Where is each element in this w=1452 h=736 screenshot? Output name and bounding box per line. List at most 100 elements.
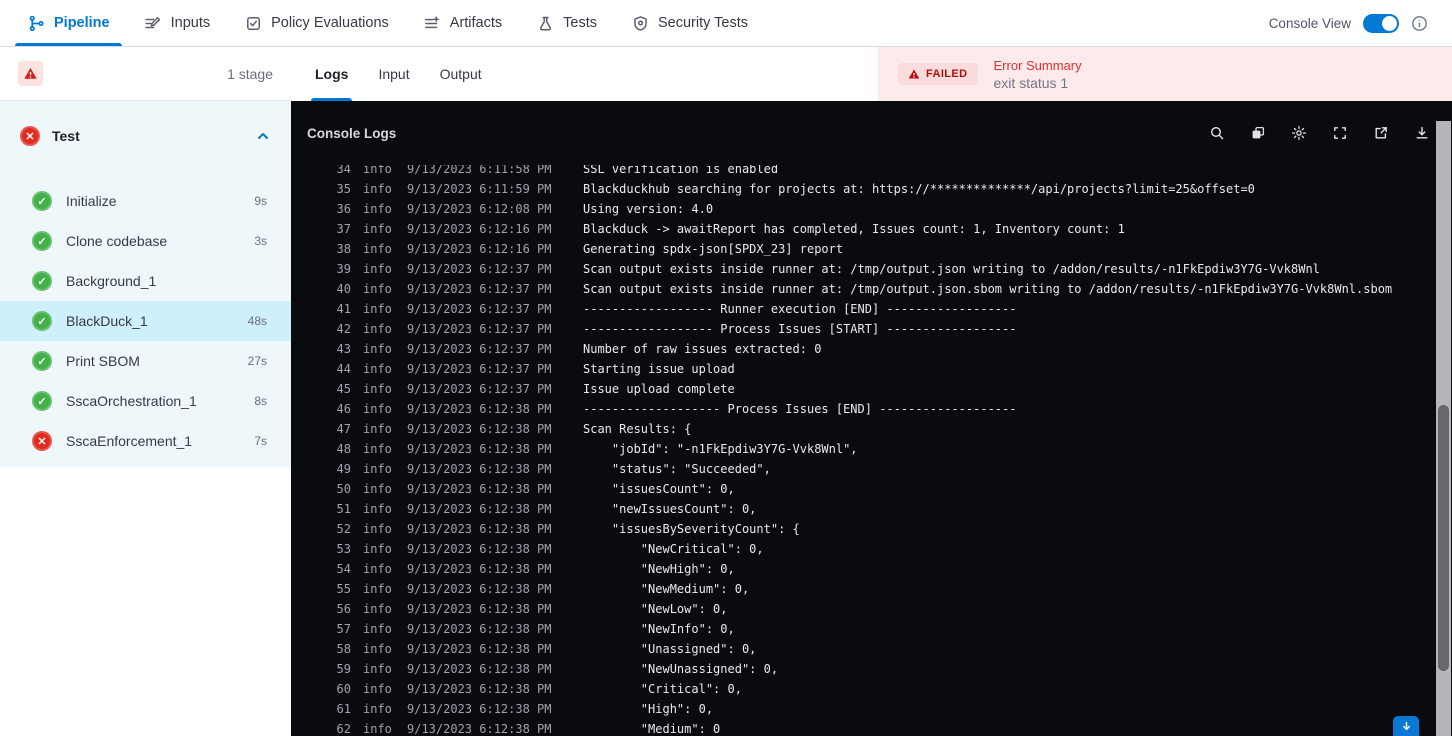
log-line-number: 44 xyxy=(336,362,351,376)
nav-tab-label: Pipeline xyxy=(54,15,110,31)
step-name: SscaOrchestration_1 xyxy=(66,393,197,409)
step-row-sscaenforcement-1[interactable]: ✕ SscaEnforcement_1 7s xyxy=(0,421,291,461)
log-message: ------------------- Process Issues [END]… xyxy=(583,402,1017,416)
log-timestamp: 9/13/2023 6:12:38 PM xyxy=(407,422,552,436)
nav-tab-inputs[interactable]: Inputs xyxy=(144,0,211,46)
log-message: "jobId": "-n1FkEpdiw3Y7G-Vvk8Wnl", xyxy=(583,442,858,456)
fullscreen-icon[interactable] xyxy=(1331,125,1348,142)
step-row-sscaorchestration-1[interactable]: ✓ SscaOrchestration_1 8s xyxy=(0,381,291,421)
log-line: 52 info 9/13/2023 6:12:38 PM "issuesBySeve… xyxy=(291,519,1434,539)
nav-tab-security-tests[interactable]: Security Tests xyxy=(631,0,748,46)
nav-tab-label: Tests xyxy=(563,15,597,31)
log-message: "NewHigh": 0, xyxy=(583,562,735,576)
step-name: Clone codebase xyxy=(66,233,168,249)
log-line-number: 36 xyxy=(336,202,351,216)
log-message: Blackduckhub searching for projects at: … xyxy=(583,182,1255,196)
console-scrollbar[interactable] xyxy=(1436,121,1451,736)
tab-output[interactable]: Output xyxy=(440,47,482,101)
step-success-icon: ✓ xyxy=(32,351,52,371)
log-line: 42 info 9/13/2023 6:12:37 PM --------------… xyxy=(291,319,1434,339)
log-line: 59 info 9/13/2023 6:12:38 PM "NewUnassigne… xyxy=(291,659,1434,679)
log-message: "Medium": 0 xyxy=(583,722,721,736)
log-message: "High": 0, xyxy=(583,702,714,716)
chevron-up-icon[interactable] xyxy=(255,128,271,144)
console-toolbar xyxy=(1208,125,1430,142)
failed-badge-label: FAILED xyxy=(926,68,968,80)
step-success-icon: ✓ xyxy=(32,191,52,211)
log-line-number: 39 xyxy=(336,262,351,276)
log-timestamp: 9/13/2023 6:12:38 PM xyxy=(407,402,552,416)
nav-tab-label: Artifacts xyxy=(449,15,503,31)
log-line: 40 info 9/13/2023 6:12:37 PM Scan output ex… xyxy=(291,279,1434,299)
log-timestamp: 9/13/2023 6:12:37 PM xyxy=(407,262,552,276)
log-level: info xyxy=(363,282,392,296)
log-timestamp: 9/13/2023 6:12:38 PM xyxy=(407,462,552,476)
log-line: 36 info 9/13/2023 6:12:08 PM Using version:… xyxy=(291,199,1434,219)
log-line: 53 info 9/13/2023 6:12:38 PM "NewCritical"… xyxy=(291,539,1434,559)
step-row-blackduck-1[interactable]: ✓ BlackDuck_1 48s xyxy=(0,301,291,341)
settings-icon[interactable] xyxy=(1290,125,1307,142)
step-list: ✓ Initialize 9s ✓ Clone codebase 3s ✓ Backgroun… xyxy=(0,181,291,461)
search-icon[interactable] xyxy=(1208,125,1225,142)
log-line-number: 57 xyxy=(336,622,351,636)
info-icon[interactable] xyxy=(1411,15,1428,32)
console-view-control: Console View xyxy=(1269,13,1428,33)
log-line: 58 info 9/13/2023 6:12:38 PM "Unassigned":… xyxy=(291,639,1434,659)
nav-tab-pipeline[interactable]: Pipeline xyxy=(15,0,122,46)
step-row-print-sbom[interactable]: ✓ Print SBOM 27s xyxy=(0,341,291,381)
nav-tab-label: Inputs xyxy=(170,15,211,31)
log-line-number: 46 xyxy=(336,402,351,416)
inputs-icon xyxy=(144,14,162,32)
log-lines: 34 info 9/13/2023 6:11:58 PM SSL verificati… xyxy=(291,165,1434,736)
step-success-icon: ✓ xyxy=(32,271,52,291)
step-row-initialize[interactable]: ✓ Initialize 9s xyxy=(0,181,291,221)
log-message: "issuesCount": 0, xyxy=(583,482,735,496)
sidebar-header: 1 stage xyxy=(0,47,291,101)
nav-tab-tests[interactable]: Tests xyxy=(536,0,597,46)
stage-row-test[interactable]: ✕ Test xyxy=(0,101,291,157)
download-icon[interactable] xyxy=(1413,125,1430,142)
log-line: 39 info 9/13/2023 6:12:37 PM Scan output ex… xyxy=(291,259,1434,279)
scroll-to-bottom-button[interactable] xyxy=(1393,716,1419,736)
log-message: Issue upload complete xyxy=(583,382,735,396)
open-in-new-icon[interactable] xyxy=(1372,125,1389,142)
stage-count: 1 stage xyxy=(227,65,273,82)
step-duration: 3s xyxy=(254,234,267,248)
log-level: info xyxy=(363,402,392,416)
nav-tab-artifacts[interactable]: Artifacts xyxy=(423,0,502,46)
log-level: info xyxy=(363,302,392,316)
log-message: Starting issue upload xyxy=(583,362,735,376)
tab-logs[interactable]: Logs xyxy=(310,47,353,101)
log-line-number: 59 xyxy=(336,662,351,676)
log-level: info xyxy=(363,165,392,176)
main-panel: Logs Input Output FAILED Error Summary exi… xyxy=(291,47,1452,736)
log-line-number: 38 xyxy=(336,242,351,256)
log-level: info xyxy=(363,182,392,196)
log-message: Generating spdx-json[SPDX_23] report xyxy=(583,242,844,256)
log-timestamp: 9/13/2023 6:12:38 PM xyxy=(407,682,552,696)
tab-input[interactable]: Input xyxy=(378,47,409,101)
log-line-number: 45 xyxy=(336,382,351,396)
console-scrollbar-thumb[interactable] xyxy=(1438,405,1449,671)
stage-name: Test xyxy=(52,128,80,144)
error-summary-area: FAILED Error Summary exit status 1 xyxy=(878,47,1452,101)
log-line-number: 51 xyxy=(336,502,351,516)
copy-icon[interactable] xyxy=(1249,125,1266,142)
log-line-number: 42 xyxy=(336,322,351,336)
nav-tab-policy-evaluations[interactable]: Policy Evaluations xyxy=(244,0,389,46)
log-message: Blackduck -> awaitReport has completed, … xyxy=(583,222,1125,236)
log-message: "NewLow": 0, xyxy=(583,602,728,616)
log-message: Scan output exists inside runner at: /tm… xyxy=(583,262,1320,276)
log-line-number: 40 xyxy=(336,282,351,296)
console-view-toggle[interactable] xyxy=(1363,13,1399,33)
log-level: info xyxy=(363,322,392,336)
step-row-clone-codebase[interactable]: ✓ Clone codebase 3s xyxy=(0,221,291,261)
step-row-background-1[interactable]: ✓ Background_1 xyxy=(0,261,291,301)
log-line-number: 43 xyxy=(336,342,351,356)
log-timestamp: 9/13/2023 6:12:38 PM xyxy=(407,622,552,636)
log-line: 50 info 9/13/2023 6:12:38 PM "issuesCount"… xyxy=(291,479,1434,499)
log-line: 54 info 9/13/2023 6:12:38 PM "NewHigh": 0, xyxy=(291,559,1434,579)
pipeline-icon xyxy=(27,14,45,32)
step-duration: 8s xyxy=(254,394,267,408)
log-level: info xyxy=(363,482,392,496)
